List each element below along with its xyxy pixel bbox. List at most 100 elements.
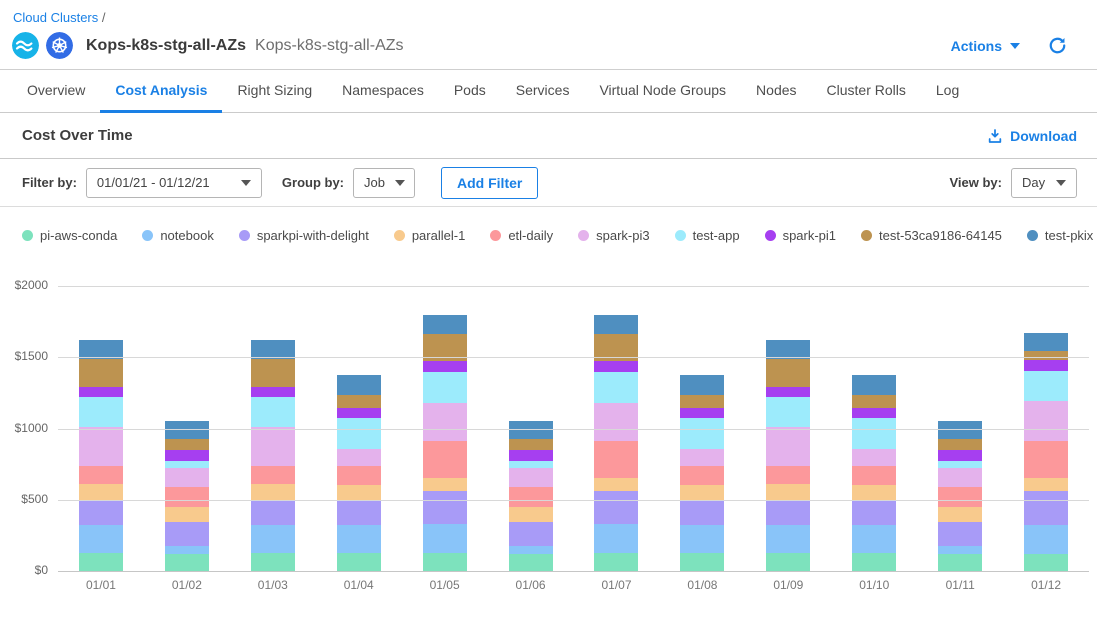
legend-item-pi-aws-conda[interactable]: pi-aws-conda: [22, 228, 117, 243]
legend-item-spark-pi3[interactable]: spark-pi3: [578, 228, 649, 243]
bar-segment-spark-pi1: [79, 387, 123, 397]
legend-dot-icon: [239, 230, 250, 241]
bar-segment-spark-pi1: [852, 408, 896, 418]
filter-by-label: Filter by:: [22, 175, 77, 190]
bar-segment-sparkpi-with-delight: [1024, 491, 1068, 524]
legend-item-test-53ca9186-64145[interactable]: test-53ca9186-64145: [861, 228, 1002, 243]
bar-segment-sparkpi-with-delight: [680, 500, 724, 524]
filter-bar: Filter by: 01/01/21 - 01/12/21 Group by:…: [0, 159, 1097, 207]
bar-segment-sparkpi-with-delight: [509, 522, 553, 546]
chart-legend: pi-aws-conda notebook sparkpi-with-delight…: [0, 207, 1097, 258]
bar-segment-test-app: [594, 372, 638, 403]
bar-segment-spark-pi1: [423, 361, 467, 372]
refresh-button[interactable]: [1048, 36, 1067, 55]
bar-segment-notebook: [852, 525, 896, 554]
legend-dot-icon: [765, 230, 776, 241]
bar-segment-sparkpi-with-delight: [79, 500, 123, 524]
tab-cost-analysis[interactable]: Cost Analysis: [100, 70, 222, 113]
bar-segment-test-app: [852, 418, 896, 449]
x-axis-label-01-05: 01/05: [402, 578, 488, 592]
bar-segment-spark-pi1: [766, 387, 810, 397]
bar-segment-spark-pi1: [594, 361, 638, 372]
tab-services[interactable]: Services: [501, 70, 585, 113]
bar-segment-test-app: [251, 397, 295, 427]
bar-segment-test-pkix: [165, 421, 209, 439]
bar-segment-etl-daily: [766, 466, 810, 485]
bar-segment-etl-daily: [337, 466, 381, 485]
legend-item-sparkpi-with-delight[interactable]: sparkpi-with-delight: [239, 228, 369, 243]
bar-segment-spark-pi1: [1024, 360, 1068, 371]
legend-item-spark-pi1[interactable]: spark-pi1: [765, 228, 836, 243]
page-subtitle: Kops-k8s-stg-all-AZs: [255, 37, 403, 55]
legend-item-notebook[interactable]: notebook: [142, 228, 214, 243]
bar-segment-pi-aws-conda: [423, 553, 467, 571]
legend-item-test-app[interactable]: test-app: [675, 228, 740, 243]
legend-dot-icon: [142, 230, 153, 241]
bar-segment-pi-aws-conda: [680, 553, 724, 571]
bar-segment-spark-pi1: [938, 450, 982, 461]
tab-overview[interactable]: Overview: [12, 70, 100, 113]
bar-segment-test-pkix: [337, 375, 381, 395]
bar-segment-parallel-1: [766, 484, 810, 500]
date-range-dropdown[interactable]: 01/01/21 - 01/12/21: [86, 168, 262, 198]
bar-segment-test-53ca9186-64145: [251, 359, 295, 388]
bar-segment-spark-pi3: [165, 468, 209, 487]
bar-segment-notebook: [938, 546, 982, 554]
legend-item-etl-daily[interactable]: etl-daily: [490, 228, 553, 243]
legend-label: test-app: [693, 228, 740, 243]
bar-segment-sparkpi-with-delight: [852, 500, 896, 524]
bar-stack-01-08: [680, 375, 724, 571]
tab-log[interactable]: Log: [921, 70, 974, 113]
tab-right-sizing[interactable]: Right Sizing: [222, 70, 327, 113]
bar-segment-spark-pi1: [251, 387, 295, 397]
view-by-dropdown[interactable]: Day: [1011, 168, 1077, 198]
legend-item-parallel-1[interactable]: parallel-1: [394, 228, 465, 243]
bar-segment-parallel-1: [594, 478, 638, 491]
bar-segment-test-pkix: [1024, 333, 1068, 351]
tab-pods[interactable]: Pods: [439, 70, 501, 113]
breadcrumb-link-cloud-clusters[interactable]: Cloud Clusters: [13, 10, 98, 25]
tab-cluster-rolls[interactable]: Cluster Rolls: [812, 70, 921, 113]
bar-segment-spark-pi1: [680, 408, 724, 418]
legend-label: pi-aws-conda: [40, 228, 117, 243]
legend-item-test-pkix[interactable]: test-pkix: [1027, 228, 1093, 243]
bar-segment-notebook: [79, 525, 123, 554]
bar-segment-pi-aws-conda: [251, 553, 295, 571]
x-axis-label-01-11: 01/11: [917, 578, 1003, 592]
bar-segment-parallel-1: [509, 507, 553, 522]
legend-dot-icon: [490, 230, 501, 241]
bar-segment-sparkpi-with-delight: [251, 500, 295, 524]
bar-segment-test-53ca9186-64145: [766, 359, 810, 388]
view-by-value: Day: [1022, 175, 1045, 190]
bar-stack-01-07: [594, 315, 638, 571]
bar-segment-notebook: [680, 525, 724, 554]
add-filter-button[interactable]: Add Filter: [441, 167, 538, 199]
x-axis-label-01-09: 01/09: [745, 578, 831, 592]
legend-label: notebook: [160, 228, 214, 243]
bar-segment-spark-pi3: [938, 468, 982, 487]
bar-segment-sparkpi-with-delight: [423, 491, 467, 524]
bar-segment-spark-pi3: [852, 449, 896, 466]
download-button[interactable]: Download: [987, 128, 1077, 144]
bar-segment-pi-aws-conda: [337, 553, 381, 571]
bar-segment-sparkpi-with-delight: [594, 491, 638, 524]
chevron-down-icon: [395, 180, 405, 186]
bar-segment-sparkpi-with-delight: [165, 522, 209, 546]
x-axis-label-01-10: 01/10: [831, 578, 917, 592]
bar-segment-parallel-1: [251, 484, 295, 500]
bar-segment-test-53ca9186-64145: [509, 439, 553, 450]
actions-button[interactable]: Actions: [951, 38, 1020, 54]
group-by-dropdown[interactable]: Job: [353, 168, 415, 198]
tab-nodes[interactable]: Nodes: [741, 70, 811, 113]
bar-segment-parallel-1: [852, 485, 896, 501]
x-axis-label-01-02: 01/02: [144, 578, 230, 592]
bar-segment-parallel-1: [423, 478, 467, 491]
tab-virtual-node-groups[interactable]: Virtual Node Groups: [584, 70, 741, 113]
cost-over-time-chart: 01/0101/0201/0301/0401/0501/0601/0701/08…: [0, 260, 1097, 608]
bar-segment-test-app: [680, 418, 724, 449]
bar-segment-spark-pi3: [594, 403, 638, 441]
legend-label: spark-pi1: [783, 228, 836, 243]
y-axis-tick-label: $0: [0, 563, 48, 577]
tabs: OverviewCost AnalysisRight SizingNamespa…: [0, 70, 1097, 113]
tab-namespaces[interactable]: Namespaces: [327, 70, 439, 113]
